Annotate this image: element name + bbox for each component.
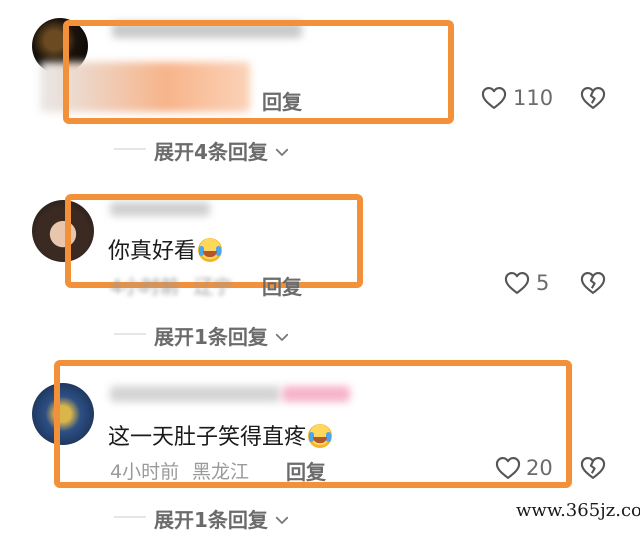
dislike-button[interactable]: [579, 454, 607, 486]
divider: [114, 333, 146, 335]
reply-button[interactable]: 回复: [262, 271, 302, 300]
chevron-down-icon: [275, 516, 289, 524]
comment-text: 这一天肚子笑得直疼: [108, 419, 333, 451]
broken-heart-icon: [580, 87, 606, 109]
chevron-down-icon: [275, 148, 289, 156]
laugh-cry-emoji: [308, 424, 333, 448]
dislike-button[interactable]: [579, 269, 607, 301]
like-button[interactable]: [494, 454, 522, 486]
like-button[interactable]: [503, 269, 531, 301]
divider: [114, 516, 146, 518]
comment-text-content: 你真好看: [108, 239, 197, 264]
heart-outline-icon: [504, 272, 530, 294]
highlight-box: [63, 20, 454, 124]
comment-text-content: 这一天肚子笑得直疼: [108, 425, 307, 450]
comment-time: 4小时前: [110, 461, 180, 483]
like-count: 110: [513, 86, 554, 110]
expand-replies-label: 展开1条回复: [154, 508, 268, 532]
like-button[interactable]: [480, 84, 508, 116]
heart-outline-icon: [481, 87, 507, 109]
laugh-cry-emoji: [198, 238, 223, 262]
dislike-button[interactable]: [579, 84, 607, 116]
expand-replies[interactable]: 展开4条回复: [154, 136, 291, 165]
heart-outline-icon: [495, 457, 521, 479]
like-count: 20: [526, 456, 553, 480]
comment-location: 黑龙江: [192, 461, 250, 483]
reply-button[interactable]: 回复: [286, 456, 326, 485]
comment-location: 辽宁: [194, 276, 233, 298]
expand-replies-label: 展开4条回复: [154, 140, 268, 164]
watermark: www.365jz.com: [516, 500, 640, 521]
reply-button[interactable]: 回复: [262, 86, 302, 115]
like-count: 5: [536, 271, 550, 295]
divider: [114, 148, 146, 150]
expand-replies[interactable]: 展开1条回复: [154, 504, 291, 533]
expand-replies-label: 展开1条回复: [154, 325, 268, 349]
broken-heart-icon: [580, 457, 606, 479]
comment-time: 4小时前: [110, 276, 180, 298]
comment-text: 你真好看: [108, 233, 223, 265]
expand-replies[interactable]: 展开1条回复: [154, 321, 291, 350]
broken-heart-icon: [580, 272, 606, 294]
chevron-down-icon: [275, 333, 289, 341]
